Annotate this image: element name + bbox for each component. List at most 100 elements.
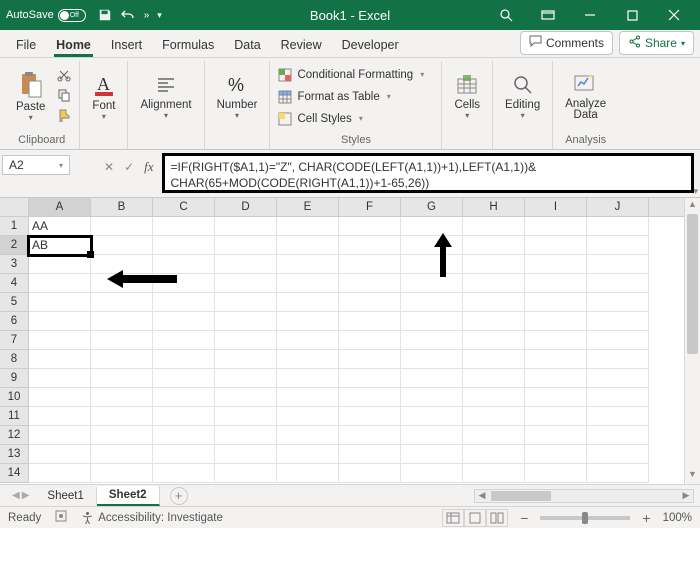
cell-D7[interactable]: [215, 331, 277, 350]
cell-F8[interactable]: [339, 350, 401, 369]
hscroll-thumb[interactable]: [491, 491, 551, 501]
cell-I11[interactable]: [525, 407, 587, 426]
col-header-A[interactable]: A: [29, 198, 91, 216]
cell-G11[interactable]: [401, 407, 463, 426]
cell-A2[interactable]: AB: [29, 236, 91, 255]
cell-A5[interactable]: [29, 293, 91, 312]
cell-G13[interactable]: [401, 445, 463, 464]
row-header-12[interactable]: 12: [0, 426, 29, 445]
cell-F7[interactable]: [339, 331, 401, 350]
cell-C8[interactable]: [153, 350, 215, 369]
row-header-6[interactable]: 6: [0, 312, 29, 331]
cell-I14[interactable]: [525, 464, 587, 483]
comments-button[interactable]: Comments: [520, 31, 613, 55]
cell-I10[interactable]: [525, 388, 587, 407]
cell-H8[interactable]: [463, 350, 525, 369]
tab-home[interactable]: Home: [46, 33, 101, 57]
cell-H7[interactable]: [463, 331, 525, 350]
cell-F2[interactable]: [339, 236, 401, 255]
tab-data[interactable]: Data: [224, 33, 270, 57]
cell-B10[interactable]: [91, 388, 153, 407]
cell-H4[interactable]: [463, 274, 525, 293]
cell-I5[interactable]: [525, 293, 587, 312]
scroll-up-icon[interactable]: ▲: [685, 199, 700, 213]
zoom-level[interactable]: 100%: [663, 512, 692, 524]
cell-I8[interactable]: [525, 350, 587, 369]
copy-icon[interactable]: [57, 88, 71, 105]
cell-B1[interactable]: [91, 217, 153, 236]
cell-A1[interactable]: AA: [29, 217, 91, 236]
cell-G10[interactable]: [401, 388, 463, 407]
cell-B6[interactable]: [91, 312, 153, 331]
expand-formula-bar-icon[interactable]: ▾: [693, 186, 698, 197]
row-header-2[interactable]: 2: [0, 236, 29, 255]
row-header-1[interactable]: 1: [0, 217, 29, 236]
cell-E4[interactable]: [277, 274, 339, 293]
cell-J11[interactable]: [587, 407, 649, 426]
save-icon[interactable]: [98, 8, 112, 22]
close-icon[interactable]: [654, 0, 694, 30]
cell-E7[interactable]: [277, 331, 339, 350]
cell-E9[interactable]: [277, 369, 339, 388]
accessibility-status[interactable]: Accessibility: Investigate: [81, 511, 223, 524]
cell-G12[interactable]: [401, 426, 463, 445]
maximize-icon[interactable]: [612, 0, 652, 30]
format-painter-icon[interactable]: [57, 108, 71, 125]
cell-A11[interactable]: [29, 407, 91, 426]
sheet-nav-prev-icon[interactable]: ◀: [12, 490, 20, 501]
cell-C11[interactable]: [153, 407, 215, 426]
cell-I2[interactable]: [525, 236, 587, 255]
cell-J8[interactable]: [587, 350, 649, 369]
col-header-B[interactable]: B: [91, 198, 153, 216]
row-header-4[interactable]: 4: [0, 274, 29, 293]
cell-J3[interactable]: [587, 255, 649, 274]
cell-A7[interactable]: [29, 331, 91, 350]
cell-F4[interactable]: [339, 274, 401, 293]
cell-D11[interactable]: [215, 407, 277, 426]
tab-developer[interactable]: Developer: [332, 33, 409, 57]
cell-F12[interactable]: [339, 426, 401, 445]
autosave-toggle[interactable]: AutoSave Off: [6, 9, 86, 22]
tab-review[interactable]: Review: [271, 33, 332, 57]
col-header-F[interactable]: F: [339, 198, 401, 216]
cell-D9[interactable]: [215, 369, 277, 388]
cell-C13[interactable]: [153, 445, 215, 464]
cell-J4[interactable]: [587, 274, 649, 293]
cell-J12[interactable]: [587, 426, 649, 445]
undo-icon[interactable]: [120, 8, 136, 22]
conditional-formatting-button[interactable]: Conditional Formatting▾: [278, 65, 424, 84]
cell-E12[interactable]: [277, 426, 339, 445]
row-header-9[interactable]: 9: [0, 369, 29, 388]
row-header-5[interactable]: 5: [0, 293, 29, 312]
cell-H1[interactable]: [463, 217, 525, 236]
tab-insert[interactable]: Insert: [101, 33, 152, 57]
cut-icon[interactable]: [57, 68, 71, 85]
cell-I7[interactable]: [525, 331, 587, 350]
cell-C10[interactable]: [153, 388, 215, 407]
cell-A9[interactable]: [29, 369, 91, 388]
cell-B11[interactable]: [91, 407, 153, 426]
cell-I4[interactable]: [525, 274, 587, 293]
cell-I1[interactable]: [525, 217, 587, 236]
col-header-J[interactable]: J: [587, 198, 649, 216]
sheet-nav-next-icon[interactable]: ▶: [22, 490, 30, 501]
col-header-C[interactable]: C: [153, 198, 215, 216]
cell-D8[interactable]: [215, 350, 277, 369]
cell-A12[interactable]: [29, 426, 91, 445]
normal-view-icon[interactable]: [442, 509, 464, 527]
cell-B14[interactable]: [91, 464, 153, 483]
cell-F14[interactable]: [339, 464, 401, 483]
tab-file[interactable]: File: [6, 33, 46, 57]
cell-J1[interactable]: [587, 217, 649, 236]
cell-J13[interactable]: [587, 445, 649, 464]
col-header-I[interactable]: I: [525, 198, 587, 216]
cell-styles-button[interactable]: Cell Styles▾: [278, 109, 362, 128]
cell-H11[interactable]: [463, 407, 525, 426]
share-button[interactable]: Share ▾: [619, 31, 694, 55]
cell-G14[interactable]: [401, 464, 463, 483]
cell-I3[interactable]: [525, 255, 587, 274]
cell-F6[interactable]: [339, 312, 401, 331]
qat-dropdown-icon[interactable]: ▾: [157, 10, 162, 21]
col-header-D[interactable]: D: [215, 198, 277, 216]
qat-more-icon[interactable]: »: [144, 10, 150, 21]
